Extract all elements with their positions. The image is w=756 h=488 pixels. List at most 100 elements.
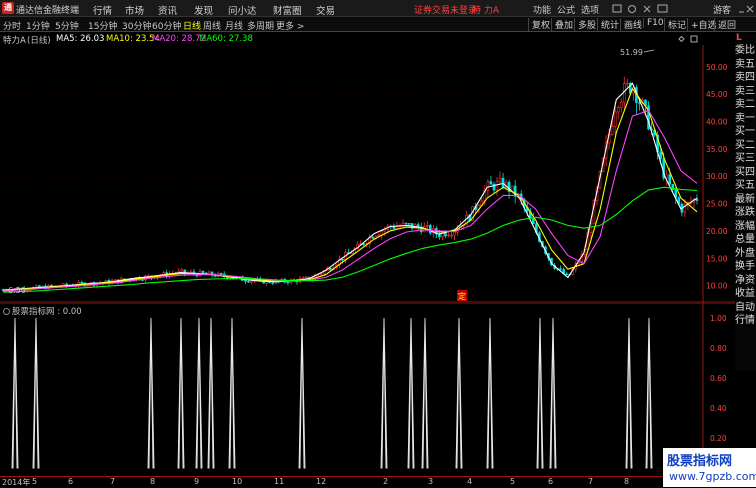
candle-body [271, 282, 275, 284]
y-tick-label: 45.00 [706, 90, 728, 99]
indicator-settings-icon[interactable] [3, 308, 10, 315]
side-item[interactable]: 卖三 [735, 86, 756, 98]
candle-body [395, 226, 399, 229]
candle-body [489, 181, 493, 185]
x-tick-label: 3 [428, 477, 434, 486]
window-controls-icon[interactable] [738, 4, 754, 14]
ind-y-tick-label: 0.80 [710, 344, 727, 353]
x-tick-label: 6 [68, 477, 74, 486]
candle-body [350, 252, 353, 255]
candle-body [453, 231, 456, 236]
ma-info-line: 特力A (日线) MA5: 26.03 MA10: 23.54 MA20: 28… [0, 33, 700, 46]
menu-trade[interactable]: 交易 [316, 3, 335, 17]
side-item[interactable]: 卖一 [735, 113, 756, 125]
candle-body [301, 277, 305, 279]
indicator-chart[interactable]: 1.00 0.80 0.60 0.40 0.20 [0, 303, 735, 475]
menu-function[interactable]: 功能 [533, 3, 551, 16]
side-item[interactable]: 自动 [735, 302, 756, 314]
period-60min[interactable]: 60分钟 [152, 19, 181, 32]
login-warning[interactable]: 证券交易未登录 [414, 3, 477, 16]
menu-discover[interactable]: 发现 [194, 3, 213, 17]
y-tick-label: 50.00 [706, 63, 728, 72]
candle-body [610, 126, 614, 135]
y-tick-label: 20.00 [706, 227, 728, 236]
side-item[interactable]: 卖五 [735, 59, 756, 71]
x-tick-label: 2014年 [2, 478, 31, 487]
indicator-name: 股票指标网 : 0.00 [12, 307, 82, 317]
side-item[interactable]: 买三 [735, 153, 756, 165]
menu-hq[interactable]: 行情 [93, 3, 112, 17]
side-item[interactable]: 买一 [735, 126, 756, 138]
period-more[interactable]: 更多 > [276, 19, 304, 32]
btn-fuquan[interactable]: 复权 [528, 18, 550, 31]
menu-news[interactable]: 资讯 [158, 3, 177, 17]
menu-options[interactable]: 选项 [581, 3, 599, 16]
candle-body [244, 280, 247, 282]
side-item[interactable]: 买五 [735, 180, 756, 192]
btn-diejia[interactable]: 叠加 [551, 18, 573, 31]
ma20-label: MA20: 28.72 [152, 34, 206, 44]
side-item[interactable]: 买四 [735, 167, 756, 179]
x-tick-label: 11 [274, 477, 285, 486]
app-title: 通达信金融终端 [16, 6, 80, 16]
btn-huaxian[interactable]: 画线 [620, 18, 642, 31]
menu-wenxiaoda[interactable]: 问小达 [228, 3, 257, 17]
btn-duogu[interactable]: 多股 [574, 18, 596, 31]
x-tick-label: 10 [232, 477, 243, 486]
period-fenshi[interactable]: 分时 [3, 19, 21, 32]
candle-body [695, 199, 699, 201]
side-item[interactable]: 卖四 [735, 72, 756, 84]
x-tick-label: 8 [624, 477, 630, 486]
x-axis: 2014年5678910111223456789 [0, 476, 735, 487]
side-item[interactable]: 外盘 [735, 248, 756, 260]
candle-body [247, 281, 250, 283]
period-weekly[interactable]: 周线 [203, 19, 221, 32]
x-tick-label: 5 [32, 477, 38, 486]
candle-body [341, 258, 344, 261]
candle-body [207, 271, 211, 275]
candle-body [407, 223, 411, 225]
window-tool-icons[interactable] [612, 4, 672, 14]
menu-caifuquan[interactable]: 财富圈 [273, 3, 302, 17]
stock-title: 特 力A [472, 6, 500, 16]
candle-body [619, 101, 623, 108]
side-item[interactable]: 涨跌 [735, 207, 756, 219]
ind-y-tick-label: 0.40 [710, 404, 727, 413]
side-item[interactable]: 净资 [735, 275, 756, 287]
side-panel-corner[interactable]: L [735, 33, 756, 45]
high-price-label: 51.99 [620, 48, 643, 57]
chart-option-icons[interactable] [677, 35, 699, 44]
candle-body [219, 272, 223, 275]
menu-formula[interactable]: 公式 [557, 3, 575, 16]
x-tick-label: 6 [548, 477, 554, 486]
period-30min[interactable]: 30分钟 [122, 19, 151, 32]
y-tick-label: 25.00 [706, 200, 728, 209]
period-multi[interactable]: 多周期 [247, 19, 274, 32]
period-monthly[interactable]: 月线 [225, 19, 243, 32]
x-tick-label: 12 [316, 477, 327, 486]
btn-fanhui[interactable]: 返回 [714, 18, 736, 31]
side-item[interactable]: 行情 [735, 315, 756, 327]
side-item[interactable]: 卖二 [735, 99, 756, 111]
period-daily[interactable]: 日线 [183, 19, 201, 32]
btn-f10[interactable]: F10 [643, 18, 664, 28]
period-5min[interactable]: 5分钟 [55, 19, 79, 32]
candle-body [201, 270, 205, 274]
side-item[interactable]: 委比 [735, 45, 756, 57]
candle-body [319, 273, 323, 275]
price-chart[interactable]: 50.00 45.00 40.00 35.00 30.00 25.00 20.00 15.00… [0, 45, 735, 303]
guest-user[interactable]: 游客 [713, 3, 731, 16]
side-item[interactable]: 收益 [735, 288, 756, 300]
side-item[interactable]: 总量 [735, 234, 756, 246]
btn-tongji[interactable]: 统计 [597, 18, 619, 31]
candle-body [329, 267, 332, 271]
side-item[interactable]: 买二 [735, 140, 756, 152]
menu-market[interactable]: 市场 [125, 3, 144, 17]
btn-biaoji[interactable]: 标记 [664, 18, 686, 31]
period-15min[interactable]: 15分钟 [88, 19, 117, 32]
period-1min[interactable]: 1分钟 [26, 19, 50, 32]
side-item[interactable]: 换手 [735, 261, 756, 273]
side-item[interactable]: 涨幅 [735, 221, 756, 233]
side-item[interactable]: 最新 [735, 194, 756, 206]
btn-zixuan[interactable]: +自选 [687, 18, 717, 31]
